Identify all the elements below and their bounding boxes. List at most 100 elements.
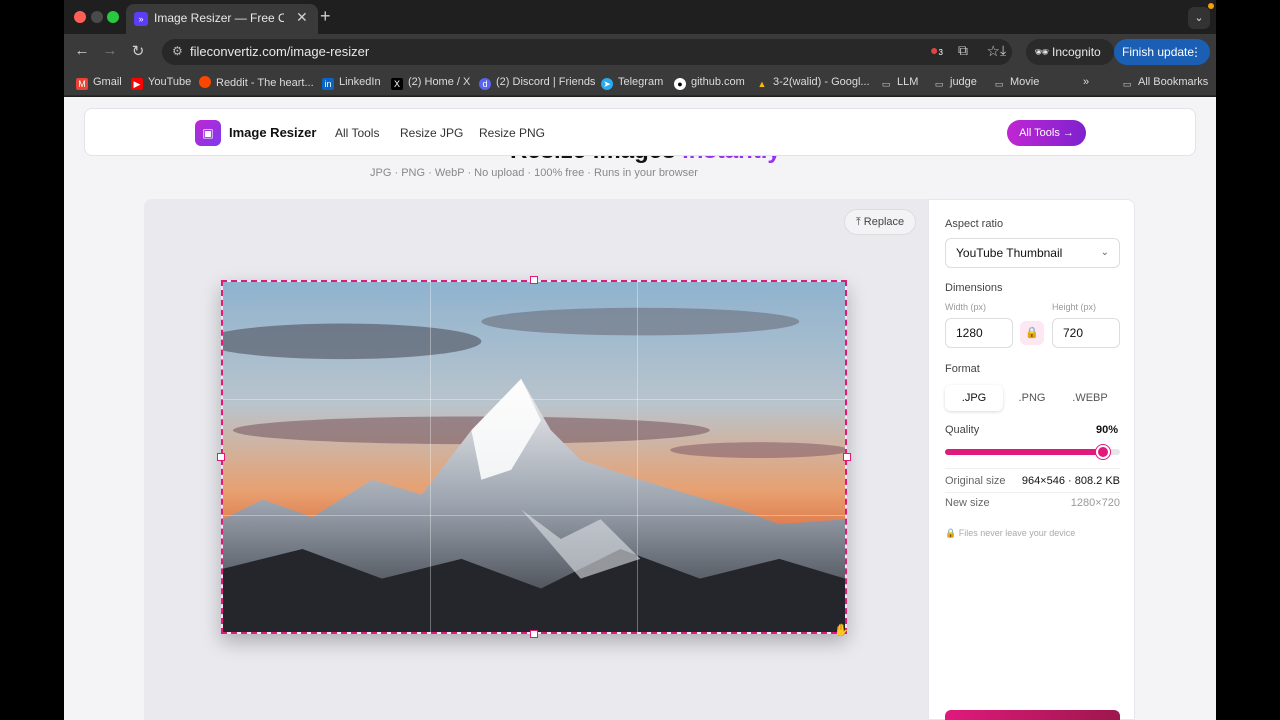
new-size-label: New size xyxy=(945,497,990,509)
incognito-label: Incognito xyxy=(1052,45,1101,59)
reddit-icon xyxy=(199,76,211,88)
privacy-note: 🔒 Files never leave your device xyxy=(945,528,1075,539)
bookmark-youtube[interactable]: ▶ YouTube xyxy=(131,76,191,90)
bookmark-linkedin[interactable]: in LinkedIn xyxy=(322,76,381,90)
address-bar[interactable]: ⚙ fileconvertiz.com/image-resizer ☆ xyxy=(162,39,1012,65)
update-indicator-icon xyxy=(1208,3,1214,9)
close-window-button[interactable] xyxy=(74,11,86,23)
bookmark-folder-llm[interactable]: ▭ LLM xyxy=(880,76,919,90)
bookmark-label: All Bookmarks xyxy=(1138,76,1209,88)
site-favicon-icon: » xyxy=(134,12,148,26)
site-header: ▣ Image Resizer All Tools Resize JPG Res… xyxy=(84,108,1196,156)
folder-icon: ▭ xyxy=(994,79,1004,89)
lock-aspect-icon[interactable]: 🔒 xyxy=(1020,321,1044,345)
forward-button[interactable]: → xyxy=(100,42,120,59)
divider xyxy=(945,492,1120,493)
logo-icon[interactable]: ▣ xyxy=(195,120,221,146)
crop-handle-right[interactable] xyxy=(843,453,851,461)
quality-slider-fill xyxy=(945,449,1103,455)
back-button[interactable]: ← xyxy=(72,42,92,59)
folder-icon: ▭ xyxy=(934,79,944,89)
bookmark-folder-judge[interactable]: ▭ judge xyxy=(933,76,977,90)
all-bookmarks-button[interactable]: ▭ All Bookmarks xyxy=(1121,76,1209,90)
replace-label: Replace xyxy=(863,216,905,228)
quality-slider-knob[interactable] xyxy=(1095,445,1110,459)
incognito-indicator[interactable]: 🕶 Incognito xyxy=(1026,39,1114,65)
bookmark-label: LinkedIn xyxy=(339,76,381,88)
extensions-puzzle-icon[interactable]: ⧉ xyxy=(958,42,968,59)
crop-handle-bottom[interactable] xyxy=(530,630,538,638)
youtube-icon: ▶ xyxy=(131,78,143,90)
quality-value: 90% xyxy=(1095,424,1118,436)
crop-box[interactable] xyxy=(221,280,847,634)
bookmark-discord[interactable]: d (2) Discord | Friends xyxy=(479,76,595,90)
original-size-value: 964×546 · 808.2 KB xyxy=(1021,475,1120,487)
crop-grid-line xyxy=(637,282,639,632)
tab-search-button[interactable]: ⌄ xyxy=(1188,7,1210,29)
divider xyxy=(945,468,1120,469)
nav-resize-jpg[interactable]: Resize JPG xyxy=(400,126,463,140)
more-bookmarks-button[interactable]: » xyxy=(1083,76,1089,88)
all-tools-button[interactable]: All Tools → xyxy=(1007,120,1086,146)
chevron-down-icon: ⌄ xyxy=(1100,247,1109,258)
format-png[interactable]: .PNG xyxy=(1003,385,1061,411)
bookmark-x[interactable]: X (2) Home / X xyxy=(391,76,470,90)
tab-image-resizer[interactable]: » Image Resizer — Free Online ✕ xyxy=(126,4,318,34)
bookmark-label: github.com xyxy=(691,76,745,88)
quality-slider[interactable] xyxy=(945,445,1120,459)
finish-update-button[interactable]: Finish update ⋮ xyxy=(1114,39,1210,65)
format-jpg[interactable]: .JPG xyxy=(945,385,1003,411)
bookmark-reddit[interactable]: Reddit - The heart... xyxy=(199,76,314,89)
crop-grid-line xyxy=(223,398,845,400)
tab-title: Image Resizer — Free Online xyxy=(154,11,284,25)
download-button[interactable] xyxy=(945,710,1120,720)
bookmark-star-icon[interactable]: ☆ xyxy=(987,42,1000,60)
crop-grid-line xyxy=(430,282,432,632)
crop-handle-left[interactable] xyxy=(217,453,225,461)
aspect-ratio-select[interactable]: YouTube Thumbnail ⌄ xyxy=(945,238,1120,268)
maximize-window-button[interactable] xyxy=(107,11,119,23)
extension-icon[interactable]: ●3 xyxy=(930,42,943,58)
bookmark-label: (2) Discord | Friends xyxy=(496,76,596,88)
site-settings-icon[interactable]: ⚙ xyxy=(172,44,183,58)
folder-icon: ▭ xyxy=(1122,79,1132,89)
minimize-window-button[interactable] xyxy=(91,11,103,23)
incognito-icon: 🕶 xyxy=(1034,45,1050,59)
height-input[interactable]: 720 xyxy=(1052,318,1120,348)
tab-close-icon[interactable]: ✕ xyxy=(296,9,308,26)
browser-toolbar: ← → ↻ ⚙ fileconvertiz.com/image-resizer … xyxy=(64,34,1216,70)
bookmark-gmail[interactable]: M Gmail xyxy=(76,76,122,90)
download-icon[interactable]: ⤓ xyxy=(1000,42,1006,59)
url-text: fileconvertiz.com/image-resizer xyxy=(190,44,370,59)
height-label: Height (px) xyxy=(1052,302,1097,312)
reload-button[interactable]: ↻ xyxy=(128,42,148,60)
width-input[interactable]: 1280 xyxy=(945,318,1013,348)
discord-icon: d xyxy=(479,78,491,90)
new-tab-button[interactable]: + xyxy=(320,6,331,27)
page: Resize images instantly ▣ Image Resizer … xyxy=(64,97,1216,720)
format-webp[interactable]: .WEBP xyxy=(1061,385,1119,411)
new-size-row: New size 1280×720 xyxy=(945,497,1120,509)
bookmark-drive[interactable]: ▲ 3-2(walid) - Googl... xyxy=(756,76,870,90)
original-size-label: Original size xyxy=(945,475,1006,487)
drive-icon: ▲ xyxy=(757,79,767,89)
left-letterbox xyxy=(0,0,64,720)
nav-all-tools[interactable]: All Tools xyxy=(335,126,379,140)
crop-handle-top[interactable] xyxy=(530,276,538,284)
original-size-row: Original size 964×546 · 808.2 KB xyxy=(945,475,1120,487)
bookmark-label: 3-2(walid) - Googl... xyxy=(773,76,870,88)
replace-button[interactable]: ⤒ Replace xyxy=(844,209,916,235)
brand-name[interactable]: Image Resizer xyxy=(229,125,316,140)
format-label: Format xyxy=(945,363,980,375)
nav-resize-png[interactable]: Resize PNG xyxy=(479,126,545,140)
lock-icon: 🔒 xyxy=(945,528,959,538)
more-menu-icon: ⋮ xyxy=(1190,45,1202,59)
upload-icon: ⤒ xyxy=(855,216,864,228)
bookmark-telegram[interactable]: ➤ Telegram xyxy=(601,76,663,90)
editor-canvas: ⤒ Replace ✋ xyxy=(144,199,928,720)
feature-subline: JPG · PNG · WebP · No upload · 100% free… xyxy=(370,167,698,179)
github-icon: ● xyxy=(674,78,686,90)
bookmark-folder-movie[interactable]: ▭ Movie xyxy=(993,76,1040,90)
bookmark-label: LLM xyxy=(897,76,919,88)
bookmark-github[interactable]: ● github.com xyxy=(674,76,745,90)
